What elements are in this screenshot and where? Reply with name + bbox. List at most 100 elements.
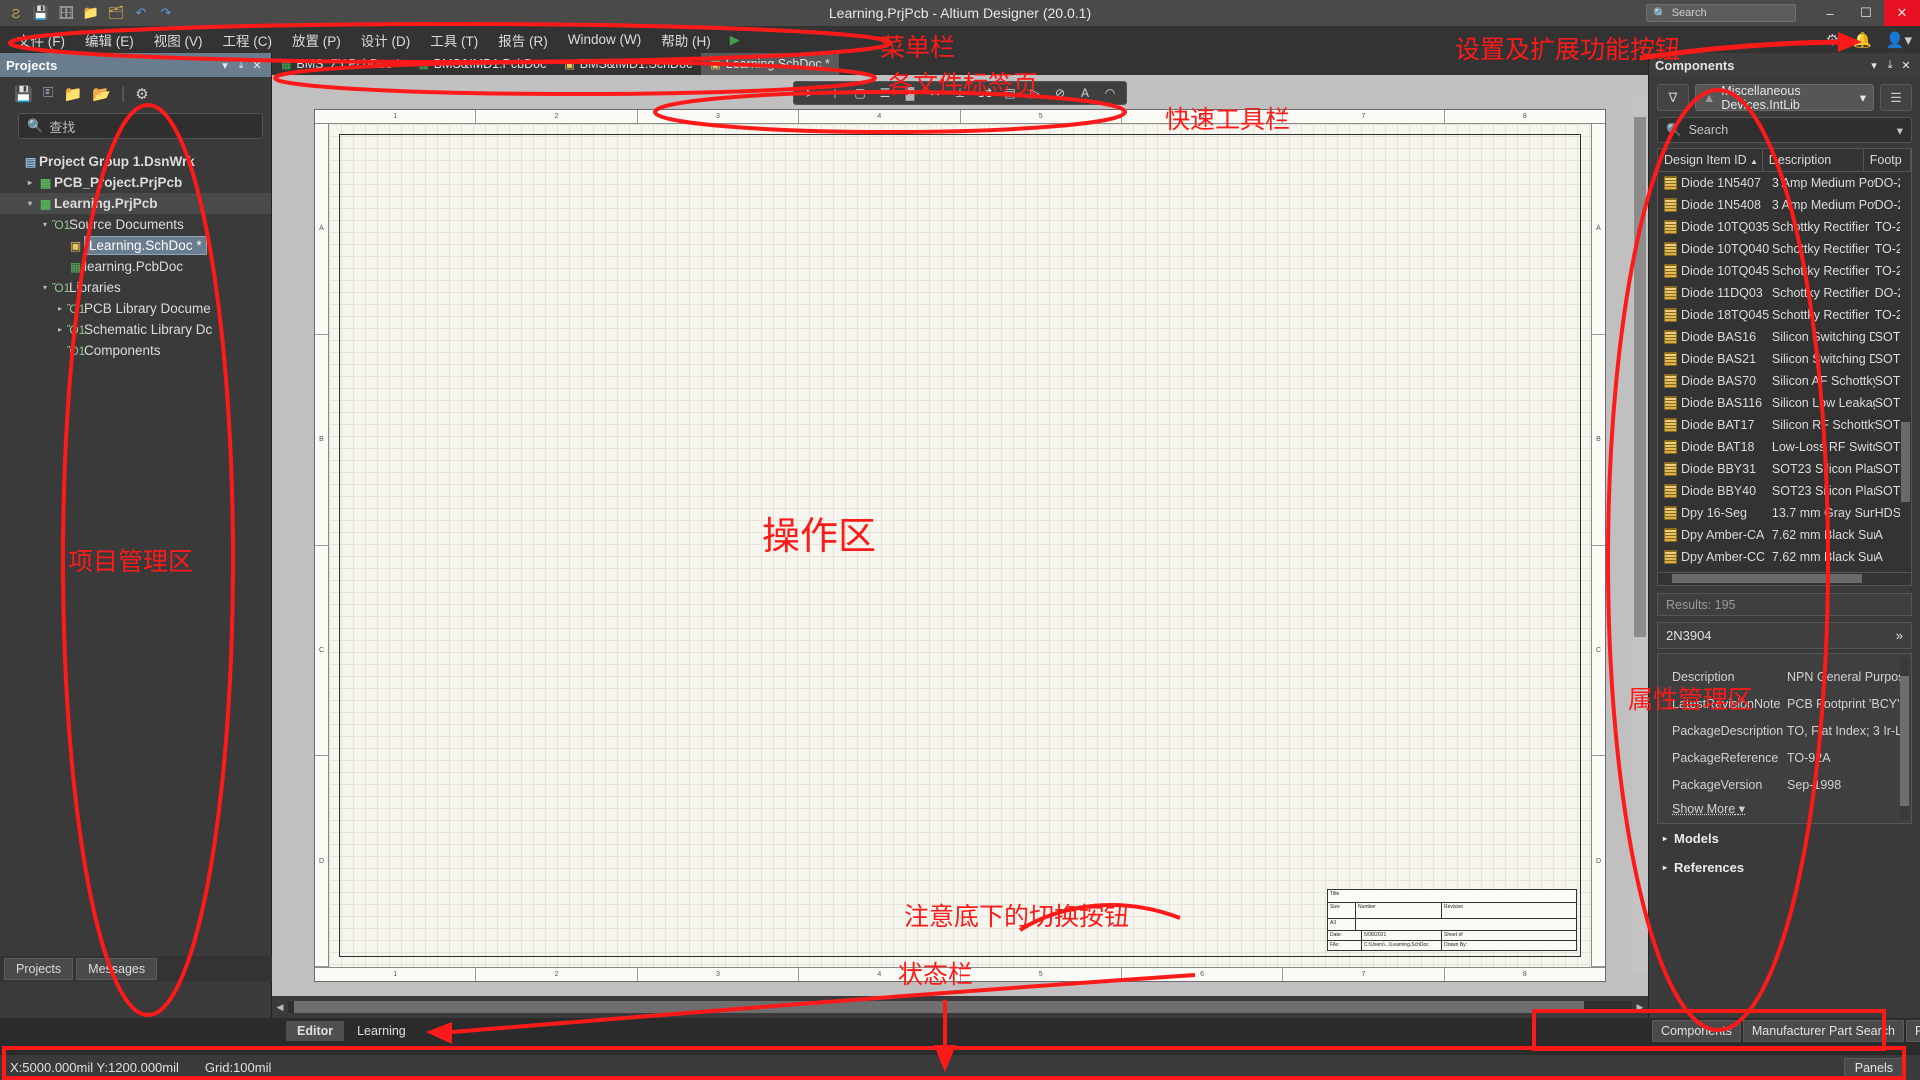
no-erc-icon[interactable]: ⊘ bbox=[1048, 83, 1072, 103]
selected-part-header[interactable]: 2N3904 » bbox=[1657, 622, 1912, 649]
bell-icon[interactable]: 🔔 bbox=[1853, 31, 1872, 49]
components-vertical-scroll-thumb[interactable] bbox=[1901, 422, 1910, 502]
component-row[interactable]: Dpy Blue-CA14.2 mm General Pur...H bbox=[1658, 568, 1911, 572]
tree-item-libraries[interactable]: ▾Ὄ1Libraries bbox=[0, 277, 271, 298]
port-icon[interactable]: ⎇ bbox=[973, 83, 997, 103]
menu-item-edit[interactable]: 编辑 (E) bbox=[76, 27, 143, 53]
pin-icon[interactable]: ⤓ bbox=[1882, 59, 1898, 72]
component-row[interactable]: Diode BAS70Silicon AF Schottky D...SOT-2 bbox=[1658, 370, 1911, 392]
menu-item-project[interactable]: 工程 (C) bbox=[214, 27, 282, 53]
panel-tab-manufacturer-part-search[interactable]: Manufacturer Part Search bbox=[1743, 1020, 1904, 1042]
canvas-vertical-scrollbar[interactable] bbox=[1633, 97, 1648, 974]
library-selector[interactable]: ▲ Miscellaneous Devices.IntLib ▾ bbox=[1695, 84, 1874, 111]
column-header-design-item-id[interactable]: Design Item ID ▲ bbox=[1658, 149, 1763, 172]
maximize-button[interactable]: ☐ bbox=[1848, 0, 1884, 26]
gear-icon[interactable]: ⚙ bbox=[1826, 31, 1839, 49]
undo-icon[interactable]: ↶ bbox=[130, 3, 152, 23]
canvas-horizontal-scroll-track[interactable] bbox=[288, 1001, 1632, 1013]
tree-item-schematic-library-dc[interactable]: ▸Ὄ1Schematic Library Dc bbox=[0, 319, 271, 340]
scroll-right-icon[interactable]: ▶ bbox=[1632, 1002, 1648, 1013]
chevron-double-down-icon[interactable]: » bbox=[1896, 628, 1903, 643]
schematic-canvas[interactable]: ➤＋▢☰▓〰⊥⎇▤▷⊘A◠ 12345678 12345678 ABCD ABC… bbox=[272, 75, 1648, 996]
place-part-icon[interactable]: ▢ bbox=[848, 83, 872, 103]
save-all-icon[interactable]: 🗄 bbox=[55, 3, 77, 23]
hamburger-menu-icon[interactable]: ☰ bbox=[1880, 84, 1912, 111]
project-options-icon[interactable]: 📂 bbox=[92, 85, 111, 103]
panels-button[interactable]: Panels bbox=[1844, 1058, 1904, 1078]
close-icon[interactable]: ✕ bbox=[249, 59, 265, 72]
menu-item-file[interactable]: 文件 (F) bbox=[8, 27, 74, 53]
save-icon[interactable]: 💾 bbox=[14, 85, 33, 103]
chevron-down-icon[interactable]: ▾ bbox=[1866, 59, 1882, 72]
components-search-input[interactable]: 🔍 Search ▾ bbox=[1657, 117, 1912, 143]
panel-tab-properties[interactable]: Properties bbox=[1906, 1020, 1920, 1042]
menu-item-help[interactable]: 帮助 (H) bbox=[652, 27, 720, 53]
chevron-down-icon[interactable]: ▾ bbox=[1860, 90, 1866, 105]
components-vertical-scrollbar[interactable] bbox=[1900, 172, 1911, 572]
netlabel-icon[interactable]: 〰 bbox=[923, 83, 947, 103]
chevron-down-icon[interactable]: ▾ bbox=[1897, 123, 1903, 138]
settings-gear-icon[interactable]: ⚙ bbox=[135, 85, 148, 103]
bus-icon[interactable]: ☰ bbox=[873, 83, 897, 103]
tree-item-learning-schdoc[interactable]: ▣Learning.SchDoc * bbox=[0, 235, 271, 256]
open-project-icon[interactable]: 📁 bbox=[80, 3, 102, 23]
gnd-icon[interactable]: ⊥ bbox=[948, 83, 972, 103]
document-tab-bms-imd1-schdoc[interactable]: ▣BMS&IMD1.SchDoc bbox=[555, 53, 701, 75]
component-row[interactable]: Diode 18TQ045Schottky RectifierTO-22 bbox=[1658, 304, 1911, 326]
minimize-button[interactable]: – bbox=[1812, 0, 1848, 26]
component-row[interactable]: Diode 10TQ035Schottky RectifierTO-22 bbox=[1658, 216, 1911, 238]
chevron-right-icon[interactable]: ▸ bbox=[53, 304, 67, 313]
editor-tab-learning[interactable]: Learning bbox=[346, 1021, 417, 1041]
projects-search-input[interactable]: 🔍 查找 bbox=[18, 113, 263, 139]
component-row[interactable]: Dpy 16-Seg13.7 mm Gray Surfac...HDSP bbox=[1658, 502, 1911, 524]
chevron-down-icon[interactable]: ▾ bbox=[23, 199, 37, 208]
expander-models[interactable]: ▸ Models bbox=[1649, 824, 1920, 853]
components-horizontal-scroll-thumb[interactable] bbox=[1672, 574, 1862, 583]
panel-tab-messages[interactable]: Messages bbox=[76, 958, 157, 980]
panel-tab-projects[interactable]: Projects bbox=[4, 958, 73, 980]
tree-item-pcb-library-docume[interactable]: ▸Ὄ1PCB Library Docume bbox=[0, 298, 271, 319]
component-row[interactable]: Diode 10TQ045Schottky RectifierTO-22 bbox=[1658, 260, 1911, 282]
chevron-down-icon[interactable]: ▾ bbox=[217, 59, 233, 72]
expander-references[interactable]: ▸ References bbox=[1649, 853, 1920, 882]
component-row[interactable]: Diode 11DQ03Schottky RectifierDO-2 bbox=[1658, 282, 1911, 304]
chevron-down-icon[interactable]: ▾ bbox=[38, 220, 52, 229]
document-tab-learning-schdoc[interactable]: ▣Learning.SchDoc * bbox=[701, 53, 839, 75]
tree-item-components[interactable]: Ὄ1Components bbox=[0, 340, 271, 361]
document-tab-bms-imd1-pcbdoc[interactable]: ▦BMS&IMD1.PcbDoc bbox=[409, 53, 555, 75]
components-horizontal-scrollbar[interactable] bbox=[1657, 573, 1912, 586]
editor-tab-editor[interactable]: Editor bbox=[286, 1021, 344, 1041]
tree-item-source-documents[interactable]: ▾Ὄ1Source Documents bbox=[0, 214, 271, 235]
run-icon[interactable]: ▶ bbox=[730, 32, 740, 48]
menu-item-place[interactable]: 放置 (P) bbox=[283, 27, 350, 53]
chevron-down-icon[interactable]: ▾ bbox=[38, 283, 52, 292]
filter-icon[interactable]: ∇ bbox=[1657, 84, 1689, 111]
components-list[interactable]: Diode 1N54073 Amp Medium Pow...DO-2 Diode… bbox=[1658, 172, 1911, 572]
component-row[interactable]: Dpy Amber-CC7.62 mm Black Surfac...A bbox=[1658, 546, 1911, 568]
canvas-horizontal-scrollbar[interactable]: ◀ ▶ bbox=[272, 996, 1648, 1018]
cursor-icon[interactable]: ➤ bbox=[798, 83, 822, 103]
text-icon[interactable]: A bbox=[1073, 83, 1097, 103]
redo-icon[interactable]: ↷ bbox=[155, 3, 177, 23]
component-row[interactable]: Diode BBY40SOT23 Silicon Planar...SOT23 bbox=[1658, 480, 1911, 502]
tree-item-project-group-1-dsnwrk[interactable]: ▤Project Group 1.DsnWrk bbox=[0, 151, 271, 172]
sheet-entry-icon[interactable]: ▷ bbox=[1023, 83, 1047, 103]
component-row[interactable]: Dpy Amber-CA7.62 mm Black Surfac...A bbox=[1658, 524, 1911, 546]
documents-icon[interactable]: 🗉 bbox=[43, 82, 54, 107]
wire-icon[interactable]: ＋ bbox=[823, 83, 847, 103]
component-row[interactable]: Diode BAS16Silicon Switching Dio...SOT-2 bbox=[1658, 326, 1911, 348]
component-row[interactable]: Diode 1N54073 Amp Medium Pow...DO-2 bbox=[1658, 172, 1911, 194]
menu-item-window[interactable]: Window (W) bbox=[559, 29, 651, 50]
document-tab-bms-zy-pcbdoc[interactable]: ▦BMS_ZY.PcbDoc * bbox=[272, 53, 409, 75]
chevron-right-icon[interactable]: ▸ bbox=[53, 325, 67, 334]
column-header-description[interactable]: Description bbox=[1763, 149, 1864, 172]
component-row[interactable]: Diode BAS116Silicon Low Leakage...SOT-2 bbox=[1658, 392, 1911, 414]
component-row[interactable]: Diode BAT17Silicon RF Schottky Di...SOT-… bbox=[1658, 414, 1911, 436]
canvas-vertical-scroll-thumb[interactable] bbox=[1634, 117, 1646, 637]
sheet-symbol-icon[interactable]: ▤ bbox=[998, 83, 1022, 103]
component-icon[interactable]: ▓ bbox=[898, 83, 922, 103]
scroll-left-icon[interactable]: ◀ bbox=[272, 1002, 288, 1013]
tree-item-learning-pcbdoc[interactable]: ▦learning.PcbDoc bbox=[0, 256, 271, 277]
chevron-right-icon[interactable]: ▸ bbox=[23, 178, 37, 187]
menu-item-design[interactable]: 设计 (D) bbox=[352, 27, 420, 53]
